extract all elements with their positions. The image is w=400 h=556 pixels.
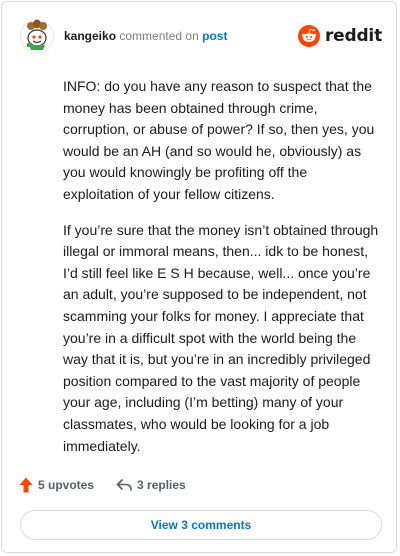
- comment-card: kangeiko commented on post reddit INFO: …: [1, 1, 397, 553]
- brand[interactable]: reddit: [297, 25, 382, 47]
- upvote-count: 5 upvotes: [38, 478, 95, 492]
- comment-meta: kangeiko commented on post: [64, 28, 227, 44]
- reply-arrow-icon: [116, 479, 132, 491]
- avatar[interactable]: [20, 19, 54, 53]
- replies-button[interactable]: 3 replies: [116, 478, 186, 492]
- comment-paragraph: INFO: do you have any reason to suspect …: [63, 78, 375, 202]
- comment-header: kangeiko commented on post reddit: [20, 19, 382, 53]
- reply-count: 3 replies: [137, 478, 186, 492]
- comment-action-text: commented on: [119, 29, 199, 43]
- brand-name: reddit: [324, 26, 382, 46]
- author-name[interactable]: kangeiko: [64, 29, 116, 43]
- upvote-button[interactable]: 5 upvotes: [19, 477, 94, 493]
- upvote-arrow-icon: [19, 477, 33, 493]
- post-link[interactable]: post: [202, 29, 227, 43]
- avatar-icon: [20, 19, 54, 53]
- view-comments-button[interactable]: View 3 comments: [20, 510, 382, 540]
- reddit-logo-icon: [297, 25, 320, 47]
- comment-body: INFO: do you have any reason to suspect …: [63, 76, 381, 471]
- comment-actions: 5 upvotes 3 replies: [19, 474, 186, 496]
- comment-paragraph: If you’re sure that the money isn’t obta…: [63, 221, 379, 454]
